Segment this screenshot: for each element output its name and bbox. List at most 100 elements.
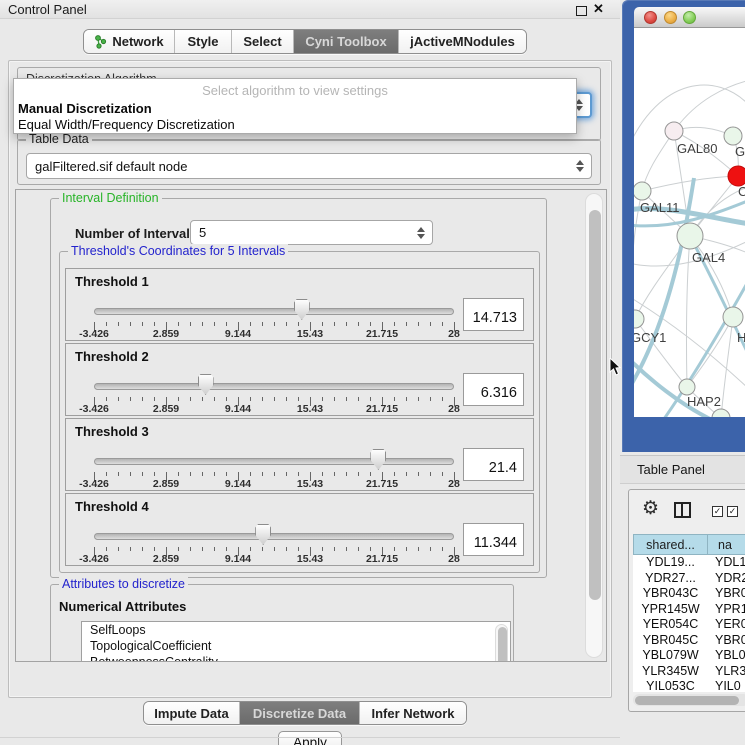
- network-edge[interactable]: [687, 317, 733, 387]
- threshold-value-field[interactable]: [463, 448, 524, 481]
- network-node[interactable]: [679, 379, 695, 395]
- tab-network[interactable]: Network: [84, 30, 174, 53]
- network-node[interactable]: [677, 223, 703, 249]
- table-cell[interactable]: YER0: [708, 617, 745, 633]
- column-header-shared[interactable]: shared...: [633, 534, 708, 555]
- zoom-traffic-light-icon[interactable]: [683, 11, 696, 24]
- slider-thumb[interactable]: [255, 524, 271, 545]
- threshold-slider[interactable]: [94, 522, 454, 548]
- slider-track[interactable]: [94, 383, 454, 390]
- table-cell[interactable]: YDR2: [708, 571, 745, 587]
- table-row[interactable]: YBL079WYBL0: [633, 648, 745, 664]
- tab-cyni-toolbox[interactable]: Cyni Toolbox: [293, 30, 398, 53]
- network-edge[interactable]: [642, 131, 674, 191]
- table-cell[interactable]: YPR1: [708, 602, 745, 618]
- table-cell[interactable]: YER054C: [633, 617, 708, 633]
- panel-scrollbar-thumb[interactable]: [589, 210, 601, 600]
- tab-jactivemnodules[interactable]: jActiveMNodules: [398, 30, 526, 53]
- network-node[interactable]: [634, 310, 644, 328]
- table-cell[interactable]: YBR043C: [633, 586, 708, 602]
- table-row[interactable]: YBR045CYBR0: [633, 633, 745, 649]
- network-edge[interactable]: [674, 80, 745, 131]
- tab-style[interactable]: Style: [174, 30, 231, 53]
- float-window-icon[interactable]: [576, 6, 587, 16]
- network-node[interactable]: [634, 182, 651, 200]
- tick-mark: [106, 472, 107, 476]
- slider-track[interactable]: [94, 458, 454, 465]
- table-cell[interactable]: YBL0: [708, 648, 745, 664]
- network-window-titlebar[interactable]: [634, 7, 745, 28]
- list-scrollbar[interactable]: [495, 624, 508, 662]
- close-traffic-light-icon[interactable]: [644, 11, 657, 24]
- panel-scrollbar[interactable]: [585, 193, 603, 658]
- network-node[interactable]: [712, 409, 730, 417]
- tab-select[interactable]: Select: [231, 30, 293, 53]
- table-cell[interactable]: YIL053C: [633, 679, 708, 692]
- dropdown-option-equal-width[interactable]: Equal Width/Frequency Discretization: [14, 117, 576, 133]
- attribute-list-item[interactable]: BetweennessCentrality: [82, 654, 510, 662]
- table-hscrollbar[interactable]: [633, 694, 745, 706]
- slider-thumb[interactable]: [294, 299, 310, 320]
- table-data-combobox[interactable]: galFiltered.sif default node: [26, 153, 592, 179]
- network-edge[interactable]: [721, 317, 733, 417]
- network-node[interactable]: [728, 166, 745, 186]
- table-cell[interactable]: YBR0: [708, 633, 745, 649]
- numerical-attributes-list[interactable]: SelfLoopsTopologicalCoefficientBetweenne…: [81, 621, 511, 662]
- network-edge[interactable]: [686, 236, 690, 387]
- table-cell[interactable]: YPR145W: [633, 602, 708, 618]
- number-of-intervals-combobox[interactable]: 5: [190, 220, 433, 245]
- interval-definition-group: Interval Definition Number of Intervals …: [50, 198, 547, 578]
- table-row[interactable]: YER054CYER0: [633, 617, 745, 633]
- list-scrollbar-thumb[interactable]: [498, 627, 507, 662]
- split-panel-icon[interactable]: [674, 502, 691, 518]
- slider-thumb[interactable]: [370, 449, 386, 470]
- network-node[interactable]: [665, 122, 683, 140]
- dropdown-option-manual[interactable]: Manual Discretization: [14, 101, 576, 117]
- table-cell[interactable]: YBR0: [708, 586, 745, 602]
- attribute-list-item[interactable]: TopologicalCoefficient: [82, 638, 510, 654]
- tab-infer-network[interactable]: Infer Network: [359, 702, 466, 724]
- network-node[interactable]: [723, 307, 743, 327]
- table-row[interactable]: YDR27...YDR2: [633, 571, 745, 587]
- threshold-value-field[interactable]: [463, 373, 524, 406]
- threshold-slider[interactable]: [94, 297, 454, 323]
- table-row[interactable]: YDL19...YDL1: [633, 555, 745, 571]
- threshold-slider[interactable]: [94, 372, 454, 398]
- checkbox-icon[interactable]: ✓: [727, 506, 738, 517]
- slider-thumb[interactable]: [198, 374, 214, 395]
- checkbox-icon[interactable]: ✓: [712, 506, 723, 517]
- network-node[interactable]: [724, 127, 742, 145]
- table-cell[interactable]: YDL19...: [633, 555, 708, 571]
- tab-impute-data[interactable]: Impute Data: [144, 702, 239, 724]
- slider-track[interactable]: [94, 308, 454, 315]
- slider-track[interactable]: [94, 533, 454, 540]
- apply-button[interactable]: Apply: [278, 731, 342, 745]
- table-cell[interactable]: YDR27...: [633, 571, 708, 587]
- threshold-value-field[interactable]: [463, 523, 524, 556]
- table-cell[interactable]: YDL1: [708, 555, 745, 571]
- column-header-name[interactable]: na: [708, 534, 745, 555]
- close-icon[interactable]: ✕: [593, 1, 604, 17]
- table-row[interactable]: YIL053CYIL0: [633, 679, 745, 692]
- attribute-list-item[interactable]: SelfLoops: [82, 622, 510, 638]
- algorithm-dropdown-popup: Select algorithm to view settings Manual…: [13, 78, 577, 134]
- table-row[interactable]: YBR043CYBR0: [633, 586, 745, 602]
- table-row[interactable]: YLR345WYLR3: [633, 664, 745, 680]
- minimize-traffic-light-icon[interactable]: [664, 11, 677, 24]
- table-cell[interactable]: YBL079W: [633, 648, 708, 664]
- tick-mark: [442, 547, 443, 551]
- threshold-value-field[interactable]: [463, 298, 524, 331]
- table-cell[interactable]: YLR345W: [633, 664, 708, 680]
- table-cell[interactable]: YBR045C: [633, 633, 708, 649]
- table-cell[interactable]: YIL0: [708, 679, 745, 692]
- tab-discretize-data[interactable]: Discretize Data: [239, 702, 359, 724]
- network-view-window[interactable]: GAL80GACGAL11GAL4GCY1HHAP2: [622, 0, 745, 452]
- table-hscrollbar-thumb[interactable]: [635, 696, 739, 705]
- threshold-slider[interactable]: [94, 447, 454, 473]
- dropdown-hint-option[interactable]: Select algorithm to view settings: [14, 79, 576, 101]
- network-canvas[interactable]: GAL80GACGAL11GAL4GCY1HHAP2: [634, 28, 745, 417]
- table-cell[interactable]: YLR3: [708, 664, 745, 680]
- table-row[interactable]: YPR145WYPR1: [633, 602, 745, 618]
- network-edge[interactable]: [642, 176, 738, 191]
- gear-icon[interactable]: ⚙: [642, 497, 659, 520]
